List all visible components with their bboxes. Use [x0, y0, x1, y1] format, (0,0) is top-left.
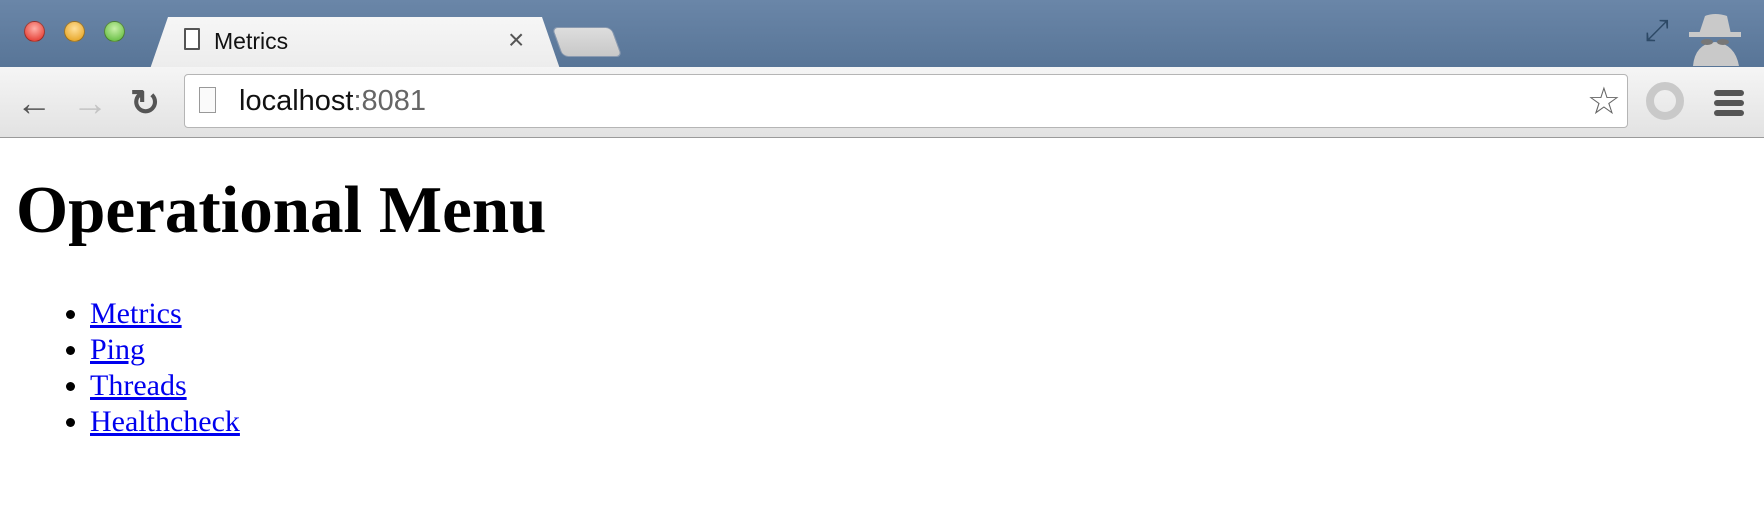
- link-healthcheck[interactable]: Healthcheck: [90, 405, 240, 438]
- link-ping[interactable]: Ping: [90, 333, 145, 366]
- reload-button[interactable]: ↻: [130, 82, 160, 124]
- tab-title: Metrics: [214, 28, 289, 54]
- url-text: localhost:8081: [239, 85, 426, 118]
- url-port: :8081: [353, 85, 427, 117]
- link-metrics[interactable]: Metrics: [90, 297, 182, 330]
- address-bar[interactable]: localhost:8081 ☆: [184, 74, 1628, 128]
- menu-icon[interactable]: [1714, 90, 1744, 120]
- link-threads[interactable]: Threads: [90, 369, 187, 402]
- close-window-button[interactable]: [24, 21, 45, 42]
- list-item: Healthcheck: [90, 404, 240, 440]
- minimize-window-button[interactable]: [64, 21, 85, 42]
- tab-close-icon[interactable]: ×: [508, 24, 524, 56]
- url-host: localhost: [239, 85, 354, 117]
- page-title: Operational Menu: [16, 173, 547, 247]
- back-button[interactable]: ←: [16, 82, 52, 124]
- tab-metrics[interactable]: [150, 17, 560, 69]
- incognito-icon: [1689, 14, 1741, 66]
- zoom-window-button[interactable]: [104, 21, 125, 42]
- bookmark-star-icon[interactable]: ☆: [1587, 79, 1621, 124]
- page-icon: [184, 28, 200, 50]
- fullscreen-icon[interactable]: ⤢: [1645, 14, 1669, 48]
- list-item: Ping: [90, 332, 240, 368]
- page-icon: [199, 87, 216, 113]
- browser-titlebar: Metrics × ⤢: [0, 0, 1764, 67]
- menu-list: Metrics Ping Threads Healthcheck: [0, 296, 240, 440]
- new-tab-button[interactable]: [551, 27, 623, 57]
- forward-button[interactable]: →: [72, 82, 108, 124]
- extension-icon[interactable]: [1646, 82, 1684, 120]
- list-item: Metrics: [90, 296, 240, 332]
- list-item: Threads: [90, 368, 240, 404]
